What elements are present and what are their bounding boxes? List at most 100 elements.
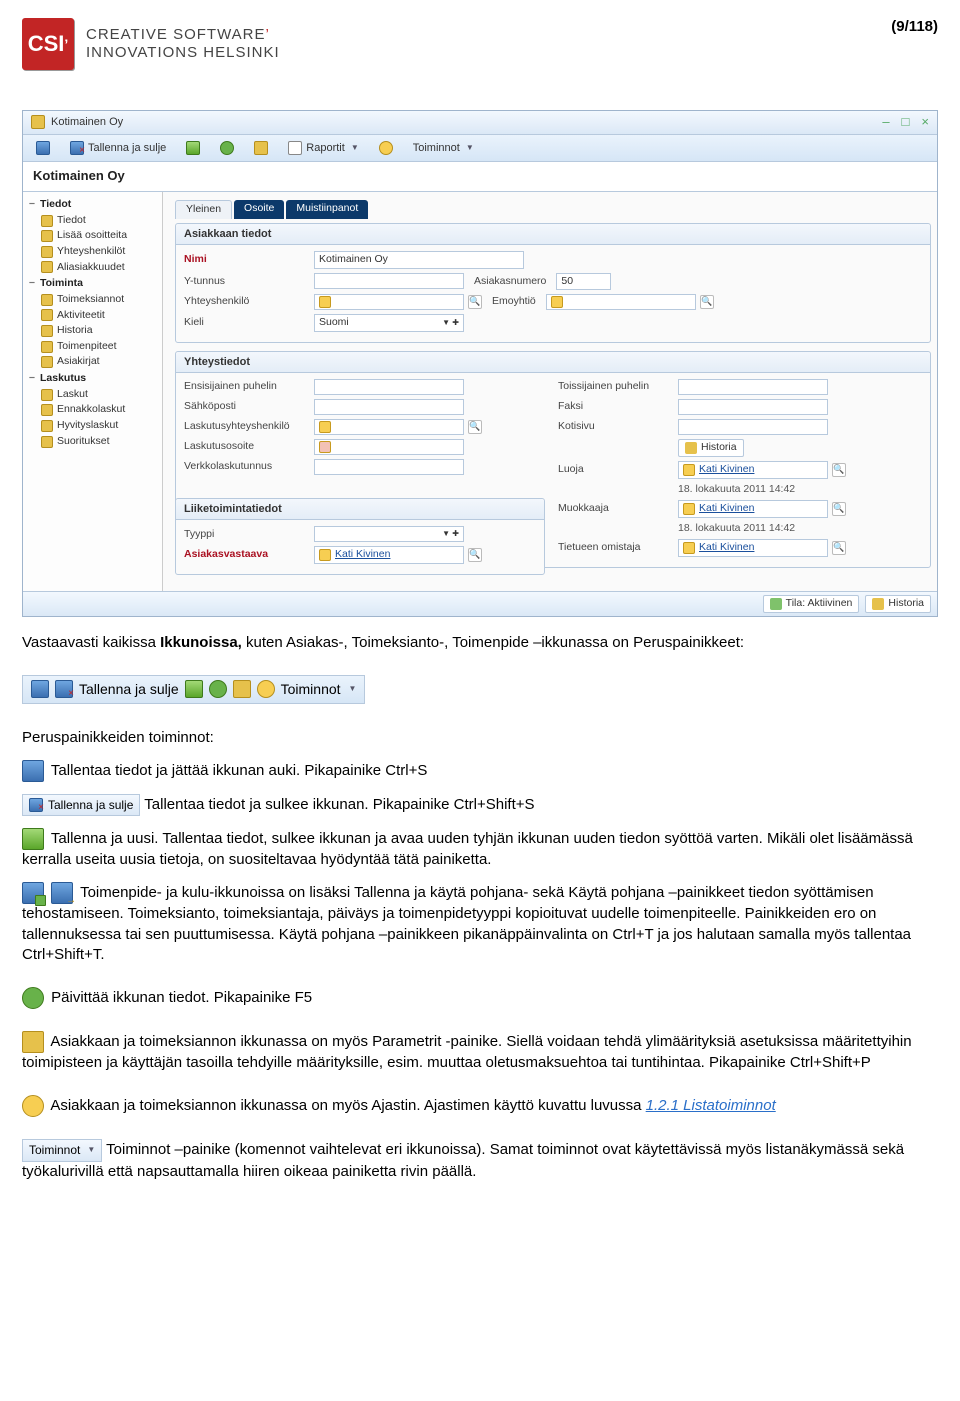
timer-icon [257,680,275,698]
lookup-icon[interactable]: 🔍 [832,502,846,516]
desc-save: Tallentaa tiedot ja jättää ikkunan auki.… [22,760,938,782]
window-minimize-icon[interactable]: – [882,114,889,131]
field-billaddr[interactable] [314,439,464,455]
tree-item[interactable]: Toimeksiannot [41,292,160,308]
label-creator: Luoja [558,463,668,477]
history-inline-button[interactable]: Historia [678,439,744,457]
window-maximize-icon[interactable]: □ [902,114,910,131]
refresh-button[interactable] [213,138,241,158]
field-billcontact[interactable] [314,419,464,435]
tree-item[interactable]: Historia [41,323,160,339]
save-icon [31,680,49,698]
label-asiakasnumero: Asiakasnumero [474,275,546,289]
created-at: 18. lokakuuta 2011 14:42 [678,483,795,497]
field-yhteyshenkilo[interactable] [314,294,464,310]
field-ytunnus[interactable] [314,273,464,289]
tab-yleinen[interactable]: Yleinen [175,200,232,219]
status-active[interactable]: Tila: Aktiivinen [763,595,860,613]
save-new-icon [186,141,200,155]
save-new-button[interactable] [179,138,207,158]
label-fax: Faksi [558,400,668,414]
field-phone2[interactable] [678,379,828,395]
tree-item[interactable]: Laskut [41,387,160,403]
tree-category-tiedot[interactable]: −Tiedot [27,198,160,212]
logo-text: CREATIVE SOFTWARE’ INNOVATIONS HELSINKI [86,26,280,62]
desc-template: Toimenpide- ja kulu-ikkunoissa on lisäks… [22,882,938,965]
lookup-icon[interactable]: 🔍 [468,420,482,434]
field-einvoice[interactable] [314,459,464,475]
lookup-icon[interactable]: 🔍 [832,463,846,477]
panel-business-info: Liiketoimintatiedot [176,499,544,520]
field-emoyhtio[interactable] [546,294,696,310]
desc-save-close: Tallenna ja sulje Tallentaa tiedot ja su… [22,794,938,816]
label-website: Kotisivu [558,420,668,434]
actions-button-illustration: Toiminnot▼ [22,1139,102,1161]
label-emoyhtio: Emoyhtiö [492,295,536,309]
panel-customer-info: Asiakkaan tiedot [176,224,930,245]
field-website[interactable] [678,419,828,435]
save-new-icon [185,680,203,698]
desc-refresh: Päivittää ikkunan tiedot. Pikapainike F5 [22,987,938,1009]
lookup-icon[interactable]: 🔍 [832,541,846,555]
cross-ref-link[interactable]: 1.2.1 Listatoiminnot [646,1097,776,1114]
field-fax[interactable] [678,399,828,415]
modified-at: 18. lokakuuta 2011 14:42 [678,522,795,536]
lookup-icon[interactable]: 🔍 [468,548,482,562]
chevron-down-icon: ▼ [466,143,474,153]
label-billcontact: Laskutusyhteyshenkilö [184,420,304,434]
chevron-down-icon: ▼ [351,143,359,153]
label-email: Sähköposti [184,400,304,414]
field-creator[interactable]: Kati Kivinen [678,461,828,479]
field-type[interactable]: ▼ ✚ [314,526,464,542]
tree-item[interactable]: Hyvityslaskut [41,418,160,434]
tree-item[interactable]: Ennakkolaskut [41,402,160,418]
use-template-icon [51,882,73,904]
tab-osoite[interactable]: Osoite [234,200,284,219]
record-title: Kotimainen Oy [23,162,937,192]
timer-button[interactable] [372,138,400,158]
titlebar: Kotimainen Oy – □ × [23,111,937,135]
desc-actions: Toiminnot▼ Toiminnot –painike (komennot … [22,1139,938,1181]
tree-item[interactable]: Asiakirjat [41,354,160,370]
reports-button[interactable]: Raportit▼ [281,138,365,158]
page-number: (9/118) [891,18,938,35]
field-email[interactable] [314,399,464,415]
save-close-button[interactable]: Tallenna ja sulje [63,138,173,158]
save-close-icon [70,141,84,155]
history-icon [872,598,884,610]
field-phone1[interactable] [314,379,464,395]
panel-contact-info: Yhteystiedot [176,352,930,373]
tree-item[interactable]: Toimenpiteet [41,339,160,355]
chevron-down-icon: ▼ [87,1145,95,1156]
field-asiakasnumero[interactable]: 50 [556,273,611,291]
params-button[interactable] [247,138,275,158]
save-button[interactable] [29,138,57,158]
field-kieli[interactable]: Suomi▼ ✚ [314,314,464,332]
label-owner: Tietueen omistaja [558,541,668,555]
actions-button[interactable]: Toiminnot▼ [406,138,481,158]
nav-tree: −Tiedot Tiedot Lisää osoitteita Yhteyshe… [23,192,163,591]
desc-save-new: Tallenna ja uusi. Tallentaa tiedot, sulk… [22,828,938,870]
status-history[interactable]: Historia [865,595,931,613]
wrench-icon [22,1031,44,1053]
lookup-icon[interactable]: 🔍 [468,295,482,309]
field-responsible[interactable]: Kati Kivinen [314,546,464,564]
save-template-icon [22,882,44,904]
tree-category-laskutus[interactable]: −Laskutus [27,372,160,386]
tree-item[interactable]: Yhteyshenkilöt [41,244,160,260]
tree-item[interactable]: Aktiviteetit [41,308,160,324]
tree-item[interactable]: Tiedot [41,213,160,229]
field-nimi[interactable]: Kotimainen Oy [314,251,524,269]
window-close-icon[interactable]: × [921,114,929,131]
history-icon [685,442,697,454]
tree-item[interactable]: Suoritukset [41,434,160,450]
tree-item[interactable]: Lisää osoitteita [41,228,160,244]
tree-category-toiminta[interactable]: −Toiminta [27,277,160,291]
tree-item[interactable]: Aliasiakkuudet [41,260,160,276]
tab-muistiinpanot[interactable]: Muistiinpanot [286,200,368,219]
field-modifier[interactable]: Kati Kivinen [678,500,828,518]
intro-paragraph: Vastaavasti kaikissa Ikkunoissa, kuten A… [22,633,938,653]
form-pane: Yleinen Osoite Muistiinpanot Asiakkaan t… [163,192,937,591]
lookup-icon[interactable]: 🔍 [700,295,714,309]
field-owner[interactable]: Kati Kivinen [678,539,828,557]
